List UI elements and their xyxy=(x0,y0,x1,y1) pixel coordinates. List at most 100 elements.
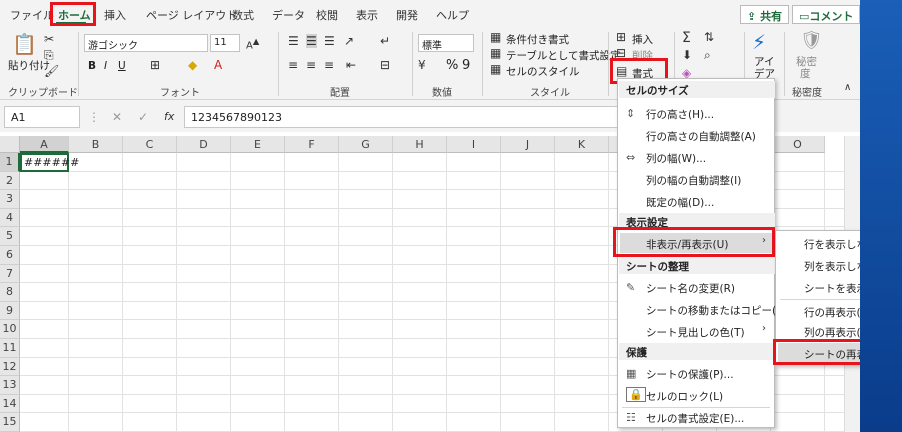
column-header[interactable]: G xyxy=(339,136,393,153)
column-header[interactable]: A xyxy=(20,136,69,153)
align-top-icon[interactable]: ☰ xyxy=(288,34,299,48)
column-header[interactable]: C xyxy=(123,136,177,153)
currency-icon[interactable]: ¥ xyxy=(418,58,426,72)
tab-view[interactable]: 表示 xyxy=(356,7,378,23)
column-header[interactable]: I xyxy=(447,136,501,153)
fill-color-icon[interactable]: ◆ xyxy=(188,58,197,72)
menu-item-col-width[interactable]: 列の幅(W)... xyxy=(646,151,706,166)
ideas-icon[interactable]: ⚡ xyxy=(752,30,766,54)
comma-button[interactable]: 9 xyxy=(462,58,470,73)
sort-filter-icon[interactable]: ⇅ xyxy=(704,30,714,44)
grid-vline xyxy=(608,153,609,432)
column-header[interactable]: O xyxy=(771,136,825,153)
desktop-background xyxy=(860,0,902,432)
row-header[interactable]: 12 xyxy=(0,357,20,377)
wrap-text-icon[interactable]: ↵ xyxy=(380,34,390,48)
select-all-corner[interactable] xyxy=(0,136,20,153)
row-header[interactable]: 3 xyxy=(0,190,20,209)
tab-page-layout[interactable]: ページ レイアウト xyxy=(146,7,237,23)
align-right-icon[interactable]: ≡ xyxy=(324,58,334,72)
tab-data[interactable]: データ xyxy=(272,7,305,23)
border-icon[interactable]: ⊞ xyxy=(150,58,160,72)
align-center-icon[interactable]: ≡ xyxy=(306,58,316,72)
align-middle-icon[interactable]: ☰ xyxy=(306,34,317,48)
row-header[interactable]: 15 xyxy=(0,413,20,432)
sensitivity-label-2: 度 xyxy=(800,68,811,80)
italic-button[interactable]: I xyxy=(104,60,107,72)
name-box[interactable]: A1 xyxy=(4,106,80,128)
align-bottom-icon[interactable]: ☰ xyxy=(324,34,335,48)
copy-icon[interactable]: ⎘ xyxy=(44,48,54,63)
format-painter-icon[interactable]: 🖌 xyxy=(44,64,59,78)
row-header[interactable]: 11 xyxy=(0,339,20,358)
menu-item-row-height[interactable]: 行の高さ(H)... xyxy=(646,107,714,122)
row-header[interactable]: 10 xyxy=(0,320,20,339)
row-header[interactable]: 6 xyxy=(0,246,20,265)
font-size-select[interactable]: 11 xyxy=(210,34,240,52)
percent-button[interactable]: % xyxy=(446,58,458,73)
sensitivity-icon[interactable]: 🛡 xyxy=(800,30,823,51)
column-header[interactable]: F xyxy=(285,136,339,153)
row-header[interactable]: 8 xyxy=(0,283,20,302)
enter-icon[interactable]: ✓ xyxy=(138,110,148,124)
comment-button[interactable]: ▭コメント xyxy=(792,5,861,24)
align-left-icon[interactable]: ≡ xyxy=(288,58,298,72)
autosum-icon[interactable]: Σ xyxy=(682,30,691,46)
menu-item-autofit-row[interactable]: 行の高さの自動調整(A) xyxy=(646,129,756,144)
underline-button[interactable]: U xyxy=(118,60,126,72)
grow-font-icon[interactable]: A▲ xyxy=(246,36,259,51)
ribbon-separator xyxy=(608,32,609,96)
row-header[interactable]: 1 xyxy=(0,153,20,172)
cancel-icon[interactable]: ✕ xyxy=(112,110,122,124)
formula-input[interactable]: 1234567890123 xyxy=(184,106,617,128)
menu-item-format-cells[interactable]: セルの書式設定(E)... xyxy=(646,411,744,426)
column-header[interactable]: K xyxy=(555,136,609,153)
indent-icon[interactable]: ⇤ xyxy=(346,58,356,72)
menu-item-protect-sheet[interactable]: シートの保護(P)... xyxy=(646,367,734,382)
table-format-button[interactable]: テーブルとして書式設定 xyxy=(506,48,621,63)
font-name-select[interactable]: 游ゴシック xyxy=(84,34,208,52)
row-header[interactable]: 7 xyxy=(0,264,20,284)
collapse-ribbon-icon[interactable]: ∧ xyxy=(844,82,851,93)
orientation-icon[interactable]: ↗ xyxy=(344,34,354,48)
column-header[interactable]: E xyxy=(231,136,285,153)
merge-center-icon[interactable]: ⊟ xyxy=(380,58,390,72)
cell-a1[interactable]: ###### xyxy=(20,153,79,172)
row-header[interactable]: 5 xyxy=(0,227,20,246)
column-header[interactable]: B xyxy=(69,136,123,153)
cut-icon[interactable]: ✂ xyxy=(44,32,54,46)
find-select-icon[interactable]: ⌕ xyxy=(704,48,711,63)
menu-item-rename-sheet[interactable]: シート名の変更(R) xyxy=(646,281,735,296)
tab-review[interactable]: 校閲 xyxy=(316,7,338,23)
tab-insert[interactable]: 挿入 xyxy=(104,7,126,23)
table-format-icon: ▦ xyxy=(490,46,502,60)
cell-style-button[interactable]: セルのスタイル xyxy=(506,64,580,79)
conditional-format-button[interactable]: 条件付き書式 xyxy=(506,32,569,47)
column-header[interactable]: J xyxy=(501,136,555,153)
row-header[interactable]: 4 xyxy=(0,208,20,228)
column-header[interactable]: D xyxy=(177,136,231,153)
ribbon-separator xyxy=(482,32,483,96)
row-header[interactable]: 14 xyxy=(0,394,20,414)
tab-help[interactable]: ヘルプ xyxy=(436,7,469,23)
grid-vline xyxy=(554,153,555,432)
insert-cells-button[interactable]: 挿入 xyxy=(632,32,653,47)
menu-item-tab-color[interactable]: シート見出しの色(T) xyxy=(646,325,745,340)
tab-file[interactable]: ファイル xyxy=(10,7,54,23)
row-header[interactable]: 13 xyxy=(0,376,20,395)
fill-icon[interactable]: ⬇ xyxy=(682,48,692,62)
bold-button[interactable]: B xyxy=(88,60,96,72)
menu-item-default-width[interactable]: 既定の幅(D)... xyxy=(646,195,714,210)
tab-developer[interactable]: 開発 xyxy=(396,7,418,23)
paste-icon[interactable]: 📋 xyxy=(12,32,37,56)
row-header[interactable]: 2 xyxy=(0,171,20,191)
number-format-select[interactable]: 標準 xyxy=(418,34,474,52)
insert-function-button[interactable]: fx xyxy=(164,110,174,123)
tab-formulas[interactable]: 数式 xyxy=(232,7,254,23)
row-header[interactable]: 9 xyxy=(0,301,20,321)
menu-item-autofit-col[interactable]: 列の幅の自動調整(I) xyxy=(646,173,741,188)
share-button[interactable]: ⇪ 共有 xyxy=(740,5,790,24)
font-color-icon[interactable]: A xyxy=(214,58,222,72)
column-header[interactable]: H xyxy=(393,136,447,153)
menu-item-lock-cell[interactable]: セルのロック(L) xyxy=(646,389,723,404)
